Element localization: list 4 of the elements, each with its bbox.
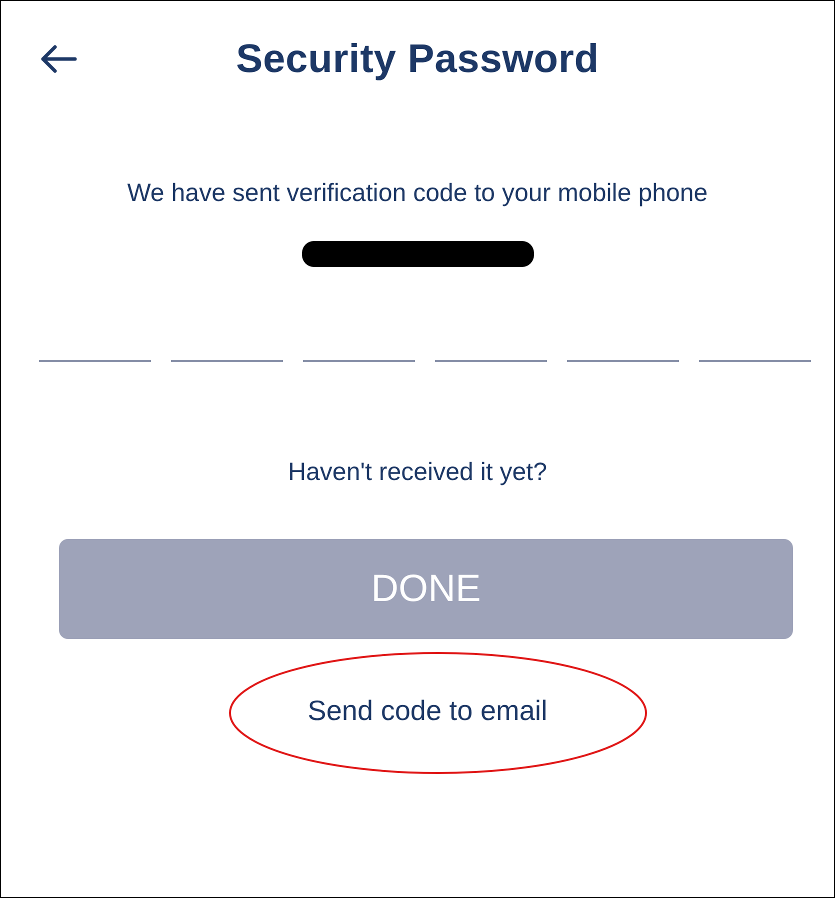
verification-message: We have sent verification code to your mobile phone (126, 179, 709, 208)
resend-prompt: Haven't received it yet? (286, 458, 548, 487)
page-title: Security Password (236, 36, 600, 82)
send-code-to-email-link[interactable]: Send code to email (308, 695, 548, 727)
